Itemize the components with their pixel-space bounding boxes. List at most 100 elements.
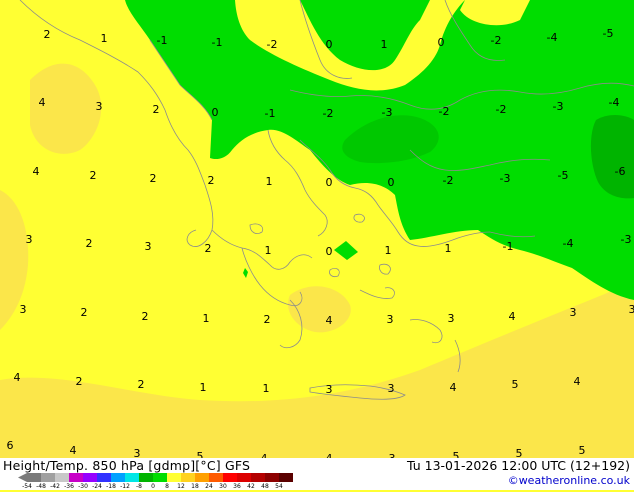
temperature-label: -4 [563, 237, 574, 250]
temperature-label: -5 [603, 27, 614, 40]
scale-swatch [209, 473, 223, 482]
scale-tick-label: -24 [92, 484, 102, 490]
temperature-label: 0 [212, 106, 219, 119]
temperature-label: 0 [388, 176, 395, 189]
temperature-label: 0 [438, 36, 445, 49]
temperature-label: -3 [621, 233, 632, 246]
scale-swatch [27, 473, 41, 482]
scale-tick-label: -48 [36, 484, 46, 490]
scale-swatch [69, 473, 83, 482]
scale-swatch [167, 473, 181, 482]
scale-tick-label: -54 [22, 484, 32, 490]
temperature-label: 6 [7, 439, 14, 452]
credit-link[interactable]: ©weatheronline.co.uk [508, 474, 630, 487]
temperature-label: 4 [574, 375, 581, 388]
temperature-label: -4 [547, 31, 558, 44]
scale-tick-label: 36 [233, 484, 241, 490]
temperature-label: 2 [138, 378, 145, 391]
scale-tick-label: 8 [165, 484, 169, 490]
scale-tick-label: -8 [136, 484, 142, 490]
temperature-label: 3 [145, 240, 152, 253]
temperature-label: 1 [445, 242, 452, 255]
temperature-label: 2 [81, 306, 88, 319]
temperature-label: -2 [443, 174, 454, 187]
temperature-label: 1 [200, 381, 207, 394]
scale-tick-label: 24 [205, 484, 213, 490]
temperature-label: -2 [267, 38, 278, 51]
temperature-label: -2 [496, 103, 507, 116]
scale-tick-label: 30 [219, 484, 227, 490]
temperature-label: 3 [570, 306, 577, 319]
temperature-label: 2 [86, 237, 93, 250]
temperature-label: 4 [33, 165, 40, 178]
temperature-label: 3 [26, 233, 33, 246]
scale-tick-label: -12 [120, 484, 130, 490]
scale-swatch [125, 473, 139, 482]
temperature-label: -2 [439, 105, 450, 118]
temperature-label: 1 [101, 32, 108, 45]
temperature-label: 0 [326, 245, 333, 258]
scale-tick-label: -36 [64, 484, 74, 490]
temperature-label: 2 [90, 169, 97, 182]
scale-swatch [223, 473, 237, 482]
temperature-label: 4 [14, 371, 21, 384]
valid-time: Tu 13-01-2026 12:00 UTC (12+192) [407, 458, 630, 473]
scale-arrow-left [18, 473, 27, 482]
temperature-label: 5 [197, 450, 204, 458]
scale-tick-label: -42 [50, 484, 60, 490]
temperature-label: 2 [264, 313, 271, 326]
temperature-label: 1 [381, 38, 388, 51]
temperature-label: 5 [512, 378, 519, 391]
temperature-label: 5 [579, 444, 586, 457]
temperature-label: 0 [326, 176, 333, 189]
scale-swatch [83, 473, 97, 482]
temperature-label: 4 [509, 310, 516, 323]
scale-tick-label: 42 [247, 484, 255, 490]
temperature-label: -1 [212, 36, 223, 49]
temperature-label: 4 [450, 381, 457, 394]
temperature-label: 2 [153, 103, 160, 116]
temperature-label: 4 [70, 444, 77, 457]
temperature-label: -3 [500, 172, 511, 185]
map-title: Height/Temp. 850 hPa [gdmp][°C] GFS [3, 458, 250, 473]
temperature-label: 2 [150, 172, 157, 185]
scale-swatch [97, 473, 111, 482]
temperature-label: 3 [326, 383, 333, 396]
temperature-label: 3 [134, 447, 141, 458]
scale-tick-label: 0 [151, 484, 155, 490]
scale-tick-label: 12 [177, 484, 185, 490]
temperature-label: 3 [388, 382, 395, 395]
temperature-label: 0 [326, 38, 333, 51]
temperature-label: 5 [516, 447, 523, 458]
temperature-label: -1 [265, 107, 276, 120]
temperature-label: -2 [491, 34, 502, 47]
temperature-label: 4 [39, 96, 46, 109]
temperature-label: 2 [142, 310, 149, 323]
temperature-label: 3 [387, 313, 394, 326]
temperature-label: 1 [265, 244, 272, 257]
temperature-label: -3 [382, 106, 393, 119]
scale-swatch [181, 473, 195, 482]
scale-swatch [111, 473, 125, 482]
scale-swatch [153, 473, 167, 482]
temperature-label: -3 [553, 100, 564, 113]
temperature-label: 1 [263, 382, 270, 395]
temperature-label: 3 [629, 303, 634, 316]
temperature-label: 5 [453, 450, 460, 458]
scale-swatch [195, 473, 209, 482]
temperature-label: 2 [205, 242, 212, 255]
scale-swatch [279, 473, 293, 482]
temperature-label: -1 [157, 34, 168, 47]
temperature-label: 2 [76, 375, 83, 388]
scale-swatch [41, 473, 55, 482]
scale-tick-label: -30 [78, 484, 88, 490]
scale-swatch [251, 473, 265, 482]
temperature-label: 2 [208, 174, 215, 187]
scale-swatch [55, 473, 69, 482]
scale-tick-label: 54 [275, 484, 283, 490]
temperature-label: -4 [609, 96, 620, 109]
scale-tick-label: 48 [261, 484, 269, 490]
temperature-label: 3 [20, 303, 27, 316]
temperature-label: 1 [266, 175, 273, 188]
temperature-label: -5 [558, 169, 569, 182]
